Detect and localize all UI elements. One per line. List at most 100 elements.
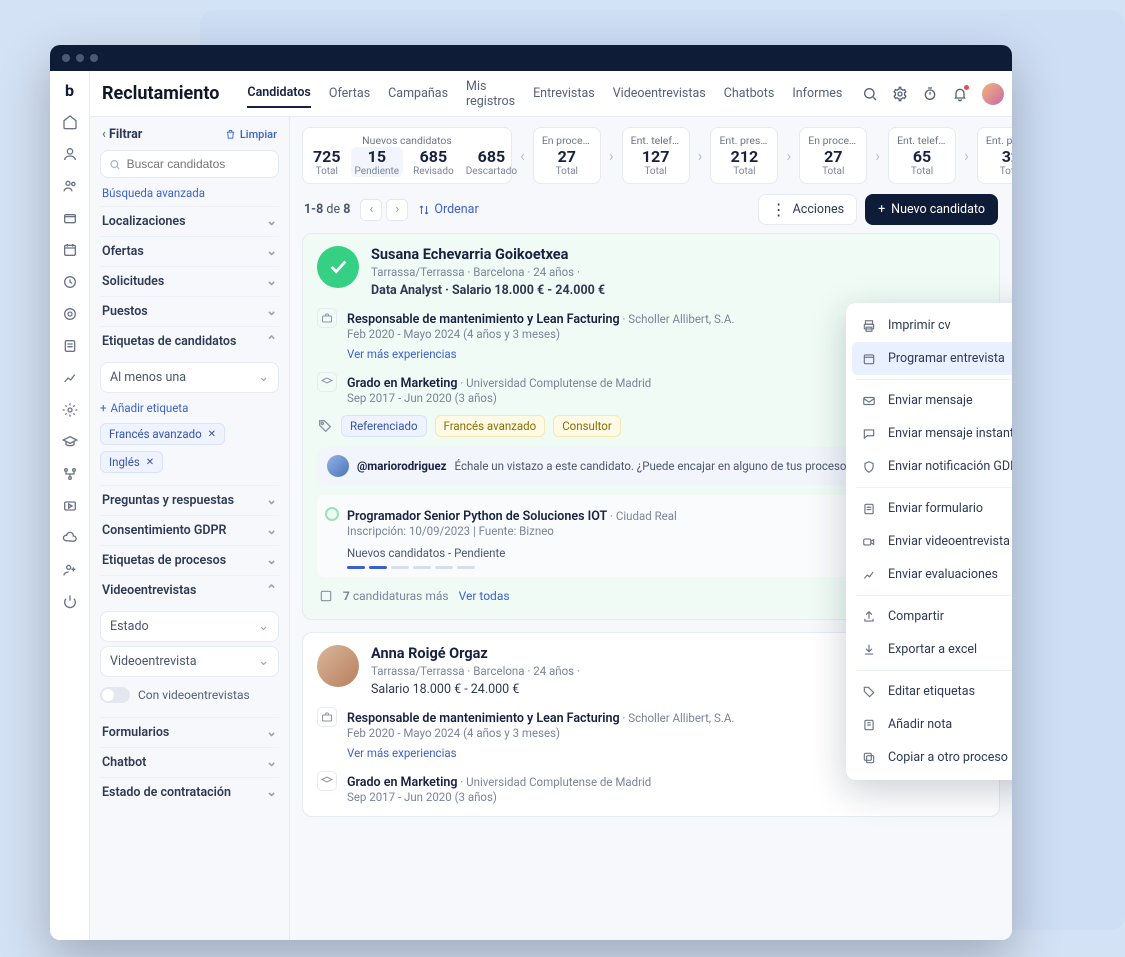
chat-icon [862, 427, 878, 441]
new-candidate-button[interactable]: + Nuevo candidato [865, 194, 998, 225]
fg-etiquetas-procesos[interactable]: Etiquetas de procesos⌄ [100, 545, 279, 575]
dd-export-excel[interactable]: Exportar a excel [852, 633, 1012, 666]
bulk-actions-button[interactable]: ⋮ Acciones [758, 194, 857, 225]
fg-localizaciones[interactable]: Localizaciones⌄ [100, 206, 279, 236]
fg-formularios[interactable]: Formularios⌄ [100, 717, 279, 747]
gear-icon[interactable] [61, 401, 79, 419]
home-icon[interactable] [61, 113, 79, 131]
dd-send-eval[interactable]: Enviar evaluaciones [852, 558, 1012, 591]
page-next[interactable]: › [386, 199, 408, 221]
tab-mis-registros[interactable]: Mis registros [466, 73, 515, 115]
fg-preguntas[interactable]: Preguntas y respuestas⌄ [100, 485, 279, 515]
users-icon[interactable] [61, 177, 79, 195]
tab-chatbots[interactable]: Chatbots [724, 80, 775, 107]
tab-campanas[interactable]: Campañas [388, 80, 448, 107]
dd-schedule-interview[interactable]: Programar entrevista [852, 342, 1012, 375]
more-experiences-link[interactable]: Ver más experiencias [347, 347, 457, 361]
tab-informes[interactable]: Informes [792, 80, 842, 107]
tag-chip[interactable]: Francés avanzado✕ [100, 423, 225, 445]
download-icon [862, 643, 878, 657]
more-experiences-link[interactable]: Ver más experiencias [347, 746, 457, 760]
stage-card[interactable]: Nuevos candidatos 725Total 15Pendiente 6… [302, 127, 512, 184]
tag-chip[interactable]: Referenciado [341, 415, 427, 437]
logo-icon: b [61, 81, 79, 99]
search-input[interactable] [127, 157, 270, 171]
timer-icon[interactable] [922, 86, 938, 102]
user-avatar[interactable] [982, 83, 1004, 105]
tag-chip[interactable]: Inglés✕ [100, 451, 163, 473]
dd-edit-tags[interactable]: Editar etiquetas [852, 675, 1012, 708]
remove-tag-icon[interactable]: ✕ [146, 457, 154, 468]
share-icon [862, 610, 878, 624]
mail-icon [862, 394, 878, 408]
advanced-search-link[interactable]: Búsqueda avanzada [100, 178, 279, 206]
dd-copy-process[interactable]: Copiar a otro proceso [852, 741, 1012, 774]
search-candidates[interactable] [100, 150, 279, 178]
tag-chip[interactable]: Consultor [553, 415, 621, 437]
fg-puestos[interactable]: Puestos⌄ [100, 296, 279, 326]
dd-send-gdpr[interactable]: Enviar notificación GDPR [852, 450, 1012, 483]
search-icon[interactable] [862, 86, 878, 102]
con-video-toggle[interactable] [100, 687, 130, 703]
calendar-icon[interactable] [61, 241, 79, 259]
fg-estado-contratacion[interactable]: Estado de contratación⌄ [100, 777, 279, 807]
dd-print-cv[interactable]: Imprimir cv [852, 309, 1012, 342]
video-icon [862, 535, 878, 549]
stage-card[interactable]: En proceso27Total [799, 127, 867, 184]
doc-icon[interactable] [61, 337, 79, 355]
tab-videoentrevistas[interactable]: Videoentrevistas [613, 80, 706, 107]
candidate-name: Anna Roigé Orgaz [371, 645, 886, 662]
stage-card[interactable]: Ent. telefón...65Total [888, 127, 956, 184]
stage-card[interactable]: Ent. telefón...127Total [622, 127, 690, 184]
ver-todas-link[interactable]: Ver todas [459, 589, 510, 603]
box-icon[interactable] [61, 209, 79, 227]
stage-prev-icon[interactable]: ‹ [520, 127, 525, 184]
note-icon [862, 718, 878, 732]
filters-sidebar: ‹ Filtrar Limpiar Búsqueda avanzada Loca… [90, 117, 290, 940]
fg-video[interactable]: Videoentrevistas⌃ [100, 575, 279, 605]
stage-card[interactable]: En proceso27Total [533, 127, 601, 184]
chart-icon[interactable] [61, 369, 79, 387]
grad-icon[interactable] [61, 433, 79, 451]
video-estado-select[interactable]: Estado⌄ [100, 611, 279, 642]
bell-icon[interactable] [952, 86, 968, 102]
tab-candidatos[interactable]: Candidatos [247, 79, 310, 108]
fg-chatbot[interactable]: Chatbot⌄ [100, 747, 279, 777]
window-titlebar [50, 45, 1012, 71]
clear-filters[interactable]: Limpiar [225, 128, 277, 141]
flow-icon[interactable] [61, 465, 79, 483]
candidate-avatar [317, 645, 359, 687]
add-tag-link[interactable]: + Añadir etiqueta [100, 397, 279, 419]
dd-add-note[interactable]: Añadir nota [852, 708, 1012, 741]
fg-etiquetas[interactable]: Etiquetas de candidatos⌃ [100, 326, 279, 356]
dd-send-instant[interactable]: Enviar mensaje instantáneo [852, 417, 1012, 450]
fg-gdpr[interactable]: Consentimiento GDPR⌄ [100, 515, 279, 545]
clock-icon[interactable] [61, 273, 79, 291]
etiquetas-mode-select[interactable]: Al menos una⌄ [100, 362, 279, 393]
settings-icon[interactable] [892, 86, 908, 102]
list-toolbar: 1-8 de 8 ‹ › Ordenar ⋮ Acciones + Nuevo … [290, 190, 1012, 233]
video-select[interactable]: Videoentrevista⌄ [100, 646, 279, 677]
play-icon[interactable] [61, 497, 79, 515]
dd-send-video[interactable]: Enviar videoentrevista [852, 525, 1012, 558]
stage-card[interactable]: Ent. presen...212Total [710, 127, 778, 184]
cloud-icon[interactable] [61, 529, 79, 547]
dd-send-message[interactable]: Enviar mensaje [852, 384, 1012, 417]
target-icon[interactable] [61, 305, 79, 323]
user-icon[interactable] [61, 145, 79, 163]
sort-button[interactable]: Ordenar [418, 202, 478, 217]
fg-solicitudes[interactable]: Solicitudes⌄ [100, 266, 279, 296]
tag-chip[interactable]: Francés avanzado [435, 415, 546, 437]
page-prev[interactable]: ‹ [360, 199, 382, 221]
filter-title: Filtrar [109, 127, 142, 142]
tab-entrevistas[interactable]: Entrevistas [533, 80, 595, 107]
tab-ofertas[interactable]: Ofertas [329, 80, 370, 107]
person-plus-icon[interactable] [61, 561, 79, 579]
dd-share[interactable]: Compartir [852, 600, 1012, 633]
stage-card[interactable]: Ent. presen...32Total [977, 127, 1012, 184]
fg-ofertas[interactable]: Ofertas⌄ [100, 236, 279, 266]
printer-icon [862, 319, 878, 333]
remove-tag-icon[interactable]: ✕ [208, 429, 216, 440]
power-icon[interactable] [61, 593, 79, 611]
dd-send-form[interactable]: Enviar formulario [852, 492, 1012, 525]
